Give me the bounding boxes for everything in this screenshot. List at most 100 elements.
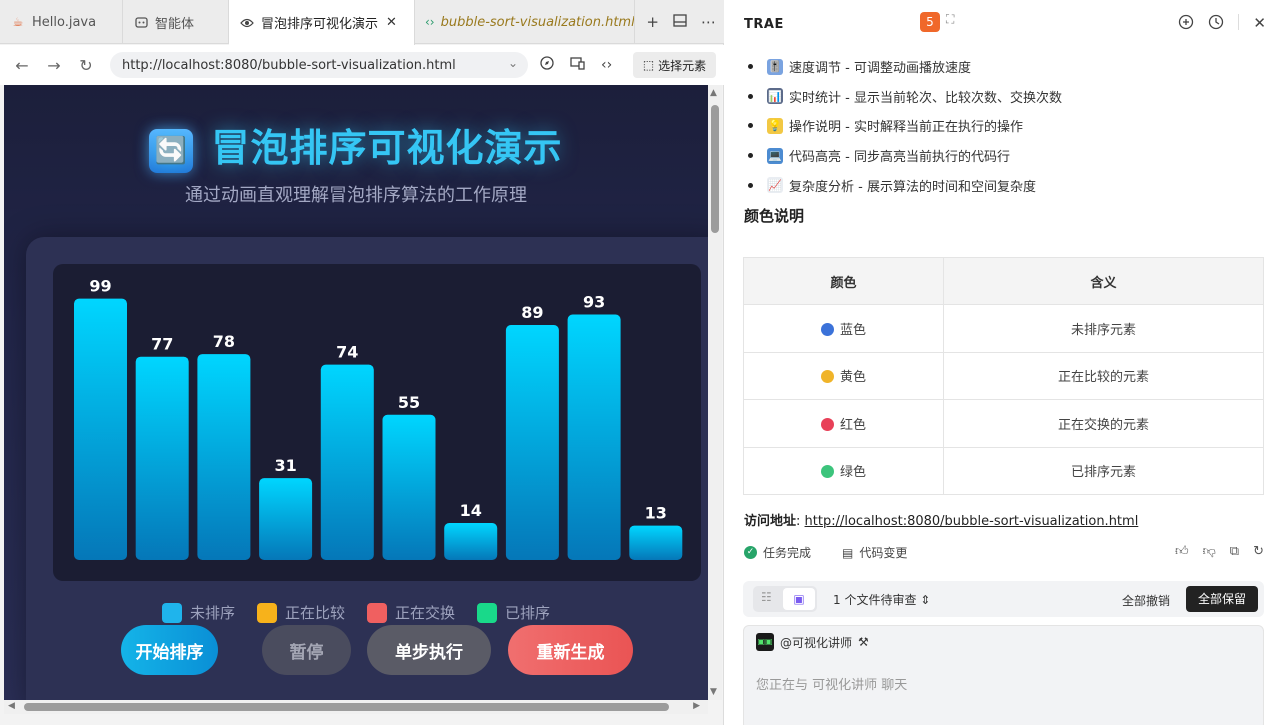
bar-value-label: 78 <box>213 332 235 351</box>
bot-avatar-icon: ▣▣ <box>756 633 774 651</box>
thumbs-down-icon[interactable]: 👎︎ <box>1203 544 1216 559</box>
code-file-icon: ‹› <box>425 15 435 29</box>
history-icon[interactable] <box>1208 14 1224 34</box>
tab-html-file[interactable]: ‹› bubble-sort-visualization.html <box>415 0 635 44</box>
pick-element-button[interactable]: ⬚ 选择元素 <box>633 52 716 78</box>
brand-title: TRAE <box>744 17 784 32</box>
refresh-icon: 🔄 <box>149 128 194 173</box>
assistant-panel: TRAE 5 ⛶ ✕ 🎚️ 速度调节 - 可调整动画播放速度 📊 实时统计 - … <box>726 0 1280 725</box>
bar-4 <box>259 478 313 560</box>
new-chat-icon[interactable] <box>1178 14 1194 34</box>
address-tools: ‹› <box>540 45 612 85</box>
more-icon[interactable]: ⋯ <box>701 13 716 31</box>
scroll-left-icon[interactable]: ◀ <box>8 701 15 711</box>
bar-value-label: 13 <box>645 504 667 523</box>
lightbulb-icon: 💡 <box>767 117 783 134</box>
review-bar: ☷ ▣ 1 个文件待审查 ⇕ 全部撤销 全部保留 <box>743 581 1264 617</box>
list-item: 💡 操作说明 - 实时解释当前正在执行的操作 <box>748 111 1268 141</box>
file-view-icon[interactable]: ▣ <box>783 588 815 610</box>
table-row: 黄色 正在比较的元素 <box>743 351 1264 400</box>
tab-agent[interactable]: 智能体 <box>123 0 229 44</box>
tools-icon[interactable]: ⚒ <box>858 635 869 649</box>
legend-item: 已排序 <box>477 602 550 623</box>
scroll-down-icon[interactable]: ▼ <box>710 687 717 697</box>
page-title: 🔄 冒泡排序可视化演示 <box>4 117 708 173</box>
forward-icon[interactable]: → <box>38 56 70 75</box>
list-item: 📈 复杂度分析 - 展示算法的时间和空间复杂度 <box>748 170 1268 200</box>
horizontal-scroll-thumb[interactable] <box>24 703 669 711</box>
bar-value-label: 31 <box>274 456 296 475</box>
bar-6 <box>382 414 436 560</box>
task-complete-status: ✓ 任务完成 <box>744 544 811 561</box>
tab-tools: + ⋯ <box>646 0 716 44</box>
red-dot-icon <box>820 417 834 431</box>
copy-icon[interactable]: ⧉ <box>1230 544 1239 559</box>
list-item: 🎚️ 速度调节 - 可调整动画播放速度 <box>748 52 1268 82</box>
split-view-icon[interactable] <box>673 13 687 31</box>
step-button[interactable]: 单步执行 <box>367 625 491 675</box>
bar-2 <box>135 356 189 560</box>
legend: 未排序 正在比较 正在交换 已排序 <box>4 602 708 623</box>
pause-button[interactable]: 暂停 <box>262 625 351 675</box>
tab-bar: ☕ Hello.java 智能体 冒泡排序可视化演示 ✕ ‹› bubble-s… <box>0 0 724 45</box>
visit-link[interactable]: http://localhost:8080/bubble-sort-visual… <box>805 514 1139 529</box>
browser-panel: ☕ Hello.java 智能体 冒泡排序可视化演示 ✕ ‹› bubble-s… <box>0 0 724 725</box>
devices-icon[interactable] <box>570 56 585 74</box>
yellow-dot-icon <box>820 370 834 384</box>
pending-review[interactable]: 1 个文件待审查 ⇕ <box>833 591 930 608</box>
agent-icon <box>133 16 149 29</box>
start-sort-button[interactable]: 开始排序 <box>121 625 218 675</box>
table-header-color: 颜色 <box>743 257 944 305</box>
status-row: ✓ 任务完成 ▤ 代码变更 👍︎ 👎︎ ⧉ ↻ <box>744 544 1264 562</box>
legend-item: 正在比较 <box>256 602 345 623</box>
new-tab-icon[interactable]: + <box>646 13 659 31</box>
cursor-select-icon: ⬚ <box>642 58 655 72</box>
chat-input[interactable]: 您正在与 可视化讲师 聊天 <box>756 674 907 693</box>
chevron-down-icon[interactable]: ⌄ <box>508 56 518 70</box>
bar-chart-icon: 📊 <box>767 88 783 105</box>
reload-icon[interactable]: ↻ <box>70 56 102 75</box>
compass-icon[interactable] <box>540 56 554 74</box>
bar-value-label: 77 <box>151 335 173 354</box>
keep-all-button[interactable]: 全部保留 <box>1186 586 1258 612</box>
expand-icon[interactable]: ⛶ <box>946 12 954 27</box>
html5-logo-icon: 5 <box>920 12 940 32</box>
regenerate-button[interactable]: 重新生成 <box>508 625 633 675</box>
chat-box: ▣▣ @可视化讲师 ⚒ 您正在与 可视化讲师 聊天 <box>743 625 1264 725</box>
list-item: 💻 代码高亮 - 同步高亮当前执行的代码行 <box>748 141 1268 171</box>
scroll-right-icon[interactable]: ▶ <box>693 701 700 711</box>
scroll-up-icon[interactable]: ▲ <box>710 88 717 98</box>
tab-hello-java[interactable]: ☕ Hello.java <box>0 0 123 44</box>
back-icon[interactable]: ← <box>6 56 38 75</box>
vertical-scroll-thumb[interactable] <box>711 105 719 233</box>
laptop-icon: 💻 <box>767 147 783 164</box>
bar-5 <box>320 364 374 560</box>
close-tab-icon[interactable]: ✕ <box>386 15 397 30</box>
tab-bubble-sort-page[interactable]: 冒泡排序可视化演示 ✕ <box>229 0 415 45</box>
table-row: 绿色 已排序元素 <box>743 446 1264 495</box>
thumbs-up-icon[interactable]: 👍︎ <box>1175 544 1189 559</box>
undo-all-button[interactable]: 全部撤销 <box>1122 592 1170 609</box>
vertical-scrollbar[interactable]: ▲ ▼ <box>708 85 722 700</box>
regenerate-icon[interactable]: ↻ <box>1253 544 1264 559</box>
legend-label: 正在交换 <box>395 604 456 622</box>
color-table: 颜色 含义 蓝色 未排序元素 黄色 正在比较的元素 红色 正在交换的元素 绿色 … <box>743 257 1264 495</box>
feedback-tools: 👍︎ 👎︎ ⧉ ↻ <box>1175 544 1264 559</box>
view-toggle[interactable]: ☷ ▣ <box>753 586 817 612</box>
horizontal-scrollbar[interactable]: ◀ ▶ <box>4 700 708 714</box>
bar-chart-svg: 99 77 78 31 74 55 14 89 93 13 <box>74 277 683 560</box>
code-view-icon[interactable]: ‹› <box>601 57 612 73</box>
code-change-link[interactable]: ▤ 代码变更 <box>842 544 907 561</box>
bar-chart: 99 77 78 31 74 55 14 89 93 13 <box>53 264 701 581</box>
bar-10 <box>629 525 683 560</box>
list-view-icon[interactable]: ☷ <box>761 590 772 604</box>
close-icon[interactable]: ✕ <box>1253 14 1266 34</box>
legend-swatch <box>161 602 182 623</box>
feature-list: 🎚️ 速度调节 - 可调整动画播放速度 📊 实时统计 - 显示当前轮次、比较次数… <box>748 52 1268 200</box>
legend-label: 已排序 <box>505 604 551 622</box>
table-header-row: 颜色 含义 <box>743 257 1264 305</box>
bar-value-label: 74 <box>336 343 358 362</box>
url-input[interactable]: http://localhost:8080/bubble-sort-visual… <box>110 52 528 78</box>
eye-icon <box>239 18 255 28</box>
legend-swatch <box>477 602 498 623</box>
